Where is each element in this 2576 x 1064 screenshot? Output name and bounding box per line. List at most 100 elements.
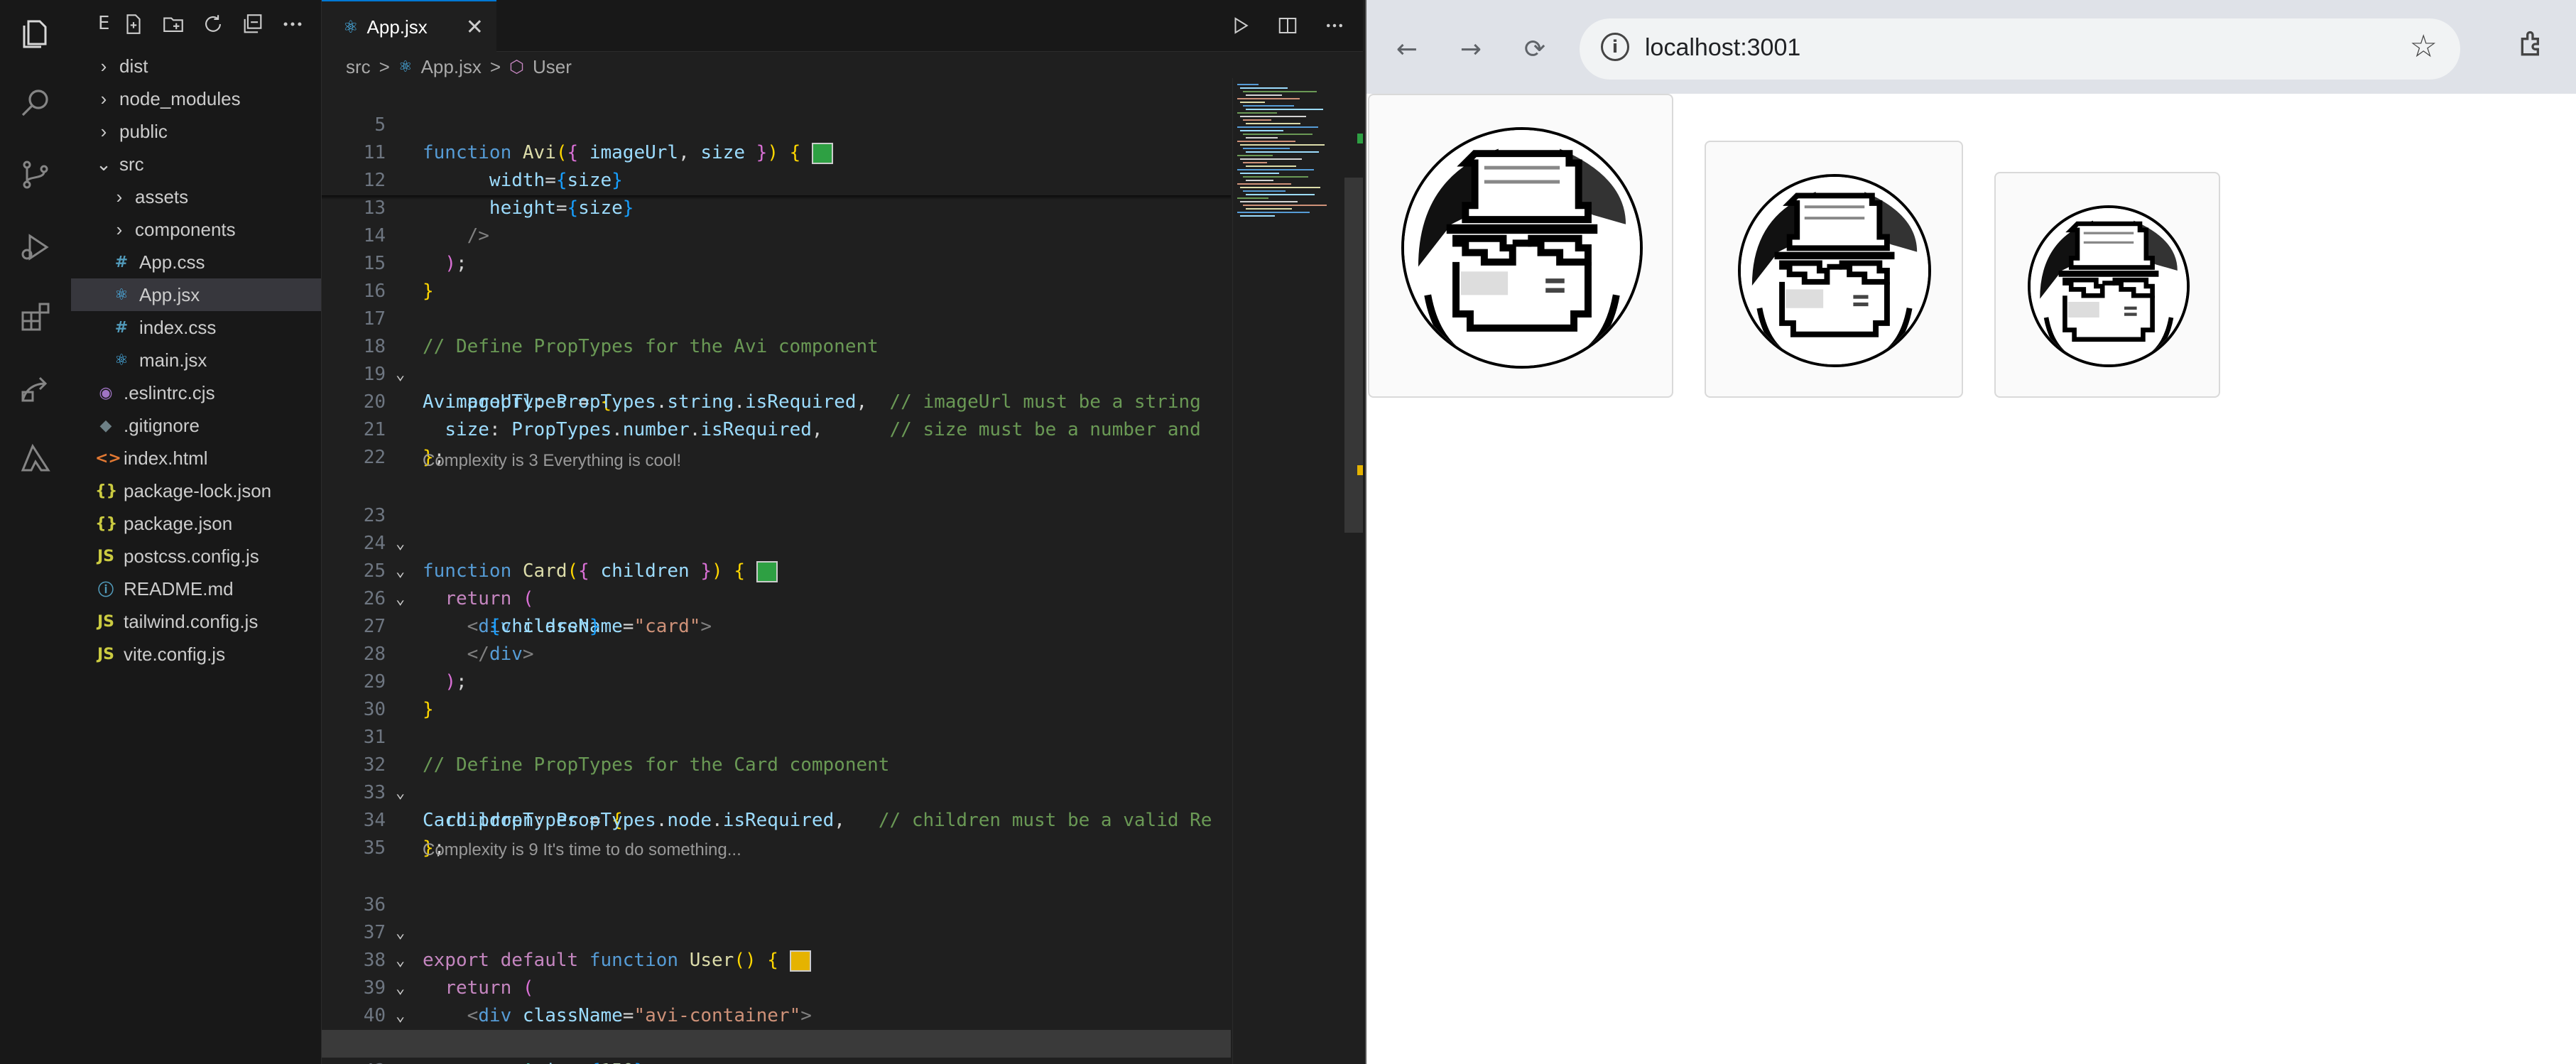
minimap-line (1246, 208, 1292, 210)
minimap-line (1243, 91, 1317, 92)
breadcrumb-symbol[interactable]: User (533, 56, 572, 78)
breadcrumb-file[interactable]: App.jsx (421, 56, 482, 78)
tree-file[interactable]: ◉ .eslintrc.cjs (71, 376, 321, 409)
tree-file[interactable]: ◆ .gitignore (71, 409, 321, 442)
more-actions-icon[interactable] (280, 10, 305, 38)
minimap-line (1237, 84, 1259, 85)
breadcrumb-src[interactable]: src (346, 56, 371, 78)
bookmark-star-icon[interactable]: ☆ (2410, 28, 2438, 65)
run-icon[interactable] (1227, 10, 1255, 41)
minimap-line (1243, 162, 1267, 163)
code-line: 35 (363, 837, 386, 859)
chevron-right-icon[interactable]: › (95, 121, 112, 143)
browser-toolbar: ← → ⟳ i localhost:3001 ☆ (1366, 0, 2576, 94)
code-line: 16 (363, 281, 386, 302)
minimap-line (1240, 158, 1302, 160)
tree-folder[interactable]: › components (71, 213, 321, 246)
tree-item-label: App.jsx (139, 283, 200, 305)
refresh-icon[interactable] (200, 10, 226, 38)
avatar-image (1404, 130, 1640, 366)
code-line: 37 ⌄ return ( (363, 922, 534, 999)
code-line: 25 ⌄ <div className="card"> (363, 560, 712, 637)
scrollbar-thumb[interactable] (1344, 178, 1363, 533)
new-folder-icon[interactable] (161, 10, 186, 38)
more-actions-icon[interactable] (1320, 10, 1349, 41)
minimap-line (1243, 148, 1290, 149)
code-line: 23 ⌄ function Card({ children }) { (322, 474, 1231, 582)
chevron-right-icon[interactable]: › (111, 219, 128, 241)
tree-folder[interactable]: › dist (71, 50, 321, 82)
react-file-icon: ⚛ (114, 286, 129, 304)
minimap-line (1237, 169, 1314, 170)
extensions-icon[interactable] (2517, 28, 2548, 67)
chevron-down-icon[interactable]: ⌄ (95, 153, 112, 175)
remote-icon[interactable] (17, 371, 54, 408)
code-line: 27 </div> (363, 616, 534, 665)
split-editor-icon[interactable] (1273, 10, 1302, 41)
minimap[interactable] (1232, 78, 1339, 1064)
tree-file[interactable]: ⚛ main.jsx (71, 344, 321, 376)
new-file-icon[interactable] (121, 10, 146, 38)
tree-file[interactable]: {} package.json (71, 507, 321, 540)
back-icon[interactable]: ← (1389, 31, 1425, 67)
explorer-title: E (98, 13, 110, 34)
code-line: 34 }; (363, 810, 445, 859)
extensions-icon[interactable] (17, 298, 54, 335)
code-lens-complexity[interactable]: Complexity is 3 Everything is cool! (423, 447, 681, 474)
minimap-line (1246, 123, 1300, 124)
tree-item-label: assets (135, 185, 189, 207)
forward-icon[interactable]: → (1453, 31, 1489, 67)
search-icon[interactable] (17, 84, 54, 121)
source-control-icon[interactable] (17, 156, 54, 193)
chevron-right-icon[interactable]: › (111, 186, 128, 208)
minimap-line (1243, 134, 1313, 135)
css-file-icon: # (114, 253, 129, 271)
run-debug-icon[interactable] (17, 229, 54, 266)
explorer-toolbar (121, 10, 305, 38)
reload-icon[interactable]: ⟳ (1517, 31, 1553, 67)
tab-app-jsx[interactable]: ⚛ App.jsx ✕ (322, 0, 496, 53)
tree-file[interactable]: ⚛ App.jsx (71, 278, 321, 311)
tree-folder[interactable]: › public (71, 115, 321, 148)
code-editor[interactable]: 5 function Avi({ imageUrl, size }) { 11 … (322, 84, 1231, 1064)
scroll-marker (1357, 465, 1363, 475)
code-line: 38 ⌄ <div className="avi-container"> (363, 950, 812, 1026)
minimap-line (1237, 183, 1291, 185)
chevron-right-icon[interactable]: › (95, 88, 112, 110)
explorer-header: E (71, 0, 321, 51)
collapse-all-icon[interactable] (240, 10, 266, 38)
tree-file[interactable]: JS tailwind.config.js (71, 605, 321, 638)
tree-file[interactable]: JS vite.config.js (71, 638, 321, 671)
tree-file[interactable]: # index.css (71, 311, 321, 344)
chevron-right-icon[interactable]: › (95, 55, 112, 77)
tree-folder[interactable]: › assets (71, 180, 321, 213)
code-line: 40 ⌄ <Avi (363, 1005, 556, 1064)
tree-item-label: .eslintrc.cjs (124, 381, 215, 403)
tree-file[interactable]: ⓘ README.md (71, 572, 321, 605)
symbol-icon: ⬡ (509, 57, 524, 77)
tree-file[interactable]: <> index.html (71, 442, 321, 474)
code-line: 15 } (363, 253, 434, 302)
files-icon[interactable] (17, 16, 54, 53)
azure-icon[interactable] (17, 440, 54, 477)
close-icon[interactable]: ✕ (466, 15, 484, 40)
minimap-line (1246, 180, 1273, 181)
site-info-icon[interactable]: i (1601, 33, 1629, 61)
tree-file[interactable]: # App.css (71, 246, 321, 278)
url-text[interactable]: localhost:3001 (1645, 34, 1800, 62)
tree-file[interactable]: {} package-lock.json (71, 474, 321, 507)
minimap-line (1240, 144, 1325, 146)
tree-folder[interactable]: ⌄ src (71, 148, 321, 180)
minimap-line (1243, 205, 1327, 206)
minimap-line (1246, 137, 1278, 139)
minimap-line (1240, 116, 1306, 117)
address-bar[interactable]: i localhost:3001 ☆ (1580, 18, 2460, 80)
card (1705, 141, 1963, 398)
minimap-line (1246, 194, 1315, 195)
code-lens-complexity[interactable]: Complexity is 9 It's time to do somethin… (423, 836, 741, 864)
tree-item-label: README.md (124, 577, 234, 599)
tree-folder[interactable]: › node_modules (71, 82, 321, 115)
avatar (1401, 127, 1643, 369)
tree-file[interactable]: JS postcss.config.js (71, 540, 321, 572)
tab-label: App.jsx (366, 16, 428, 38)
